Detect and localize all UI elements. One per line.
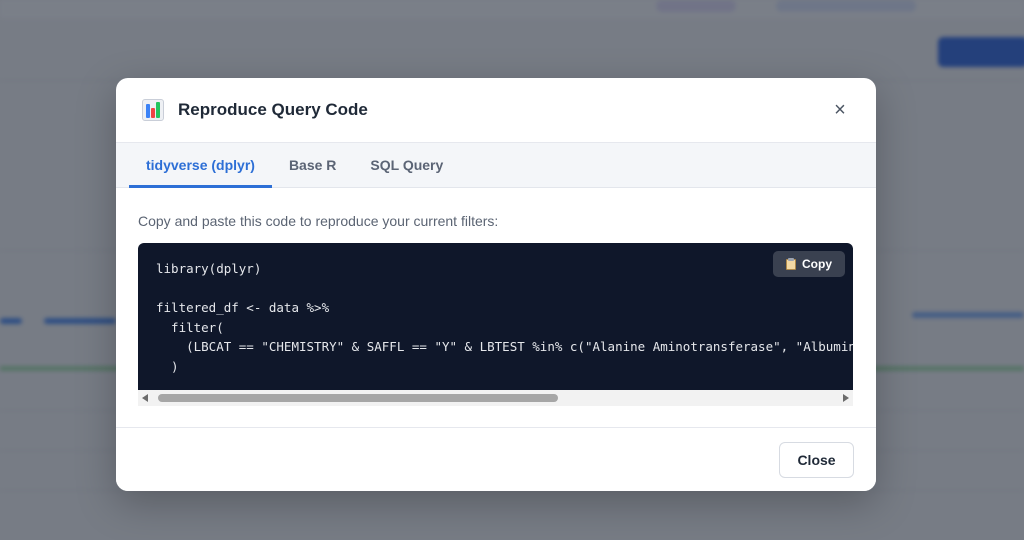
tab-tidyverse[interactable]: tidyverse (dplyr) [129,143,272,188]
modal-footer: Close [116,427,876,491]
scrollbar-thumb[interactable] [158,394,558,402]
scroll-left-arrow-icon[interactable] [142,394,148,402]
code-line: (LBCAT == "CHEMISTRY" & SAFFL == "Y" & L… [156,339,853,354]
code-block[interactable]: library(dplyr) filtered_df <- data %>% fi… [138,243,853,406]
close-button[interactable]: Close [779,442,854,478]
close-icon[interactable]: × [830,100,850,120]
bar-chart-icon [142,99,164,121]
clipboard-icon [786,258,796,270]
copy-button[interactable]: Copy [773,251,845,277]
instruction-text: Copy and paste this code to reproduce yo… [138,213,499,229]
code-line: library(dplyr) [156,261,262,276]
reproduce-code-modal: Reproduce Query Code × tidyverse (dplyr)… [116,78,876,491]
scroll-right-arrow-icon[interactable] [843,394,849,402]
modal-header: Reproduce Query Code × [116,78,876,143]
code-line: filtered_df <- data %>% [156,300,330,315]
code-line: filter( [156,319,224,335]
code-line: ) [156,358,179,374]
code-tabs: tidyverse (dplyr) Base R SQL Query [116,143,876,188]
tab-sql-query[interactable]: SQL Query [353,143,460,188]
modal-title: Reproduce Query Code [178,100,368,119]
horizontal-scrollbar[interactable] [138,390,853,406]
code-content[interactable]: library(dplyr) filtered_df <- data %>% fi… [156,259,853,376]
tab-base-r[interactable]: Base R [272,143,353,188]
copy-button-label: Copy [802,257,832,271]
